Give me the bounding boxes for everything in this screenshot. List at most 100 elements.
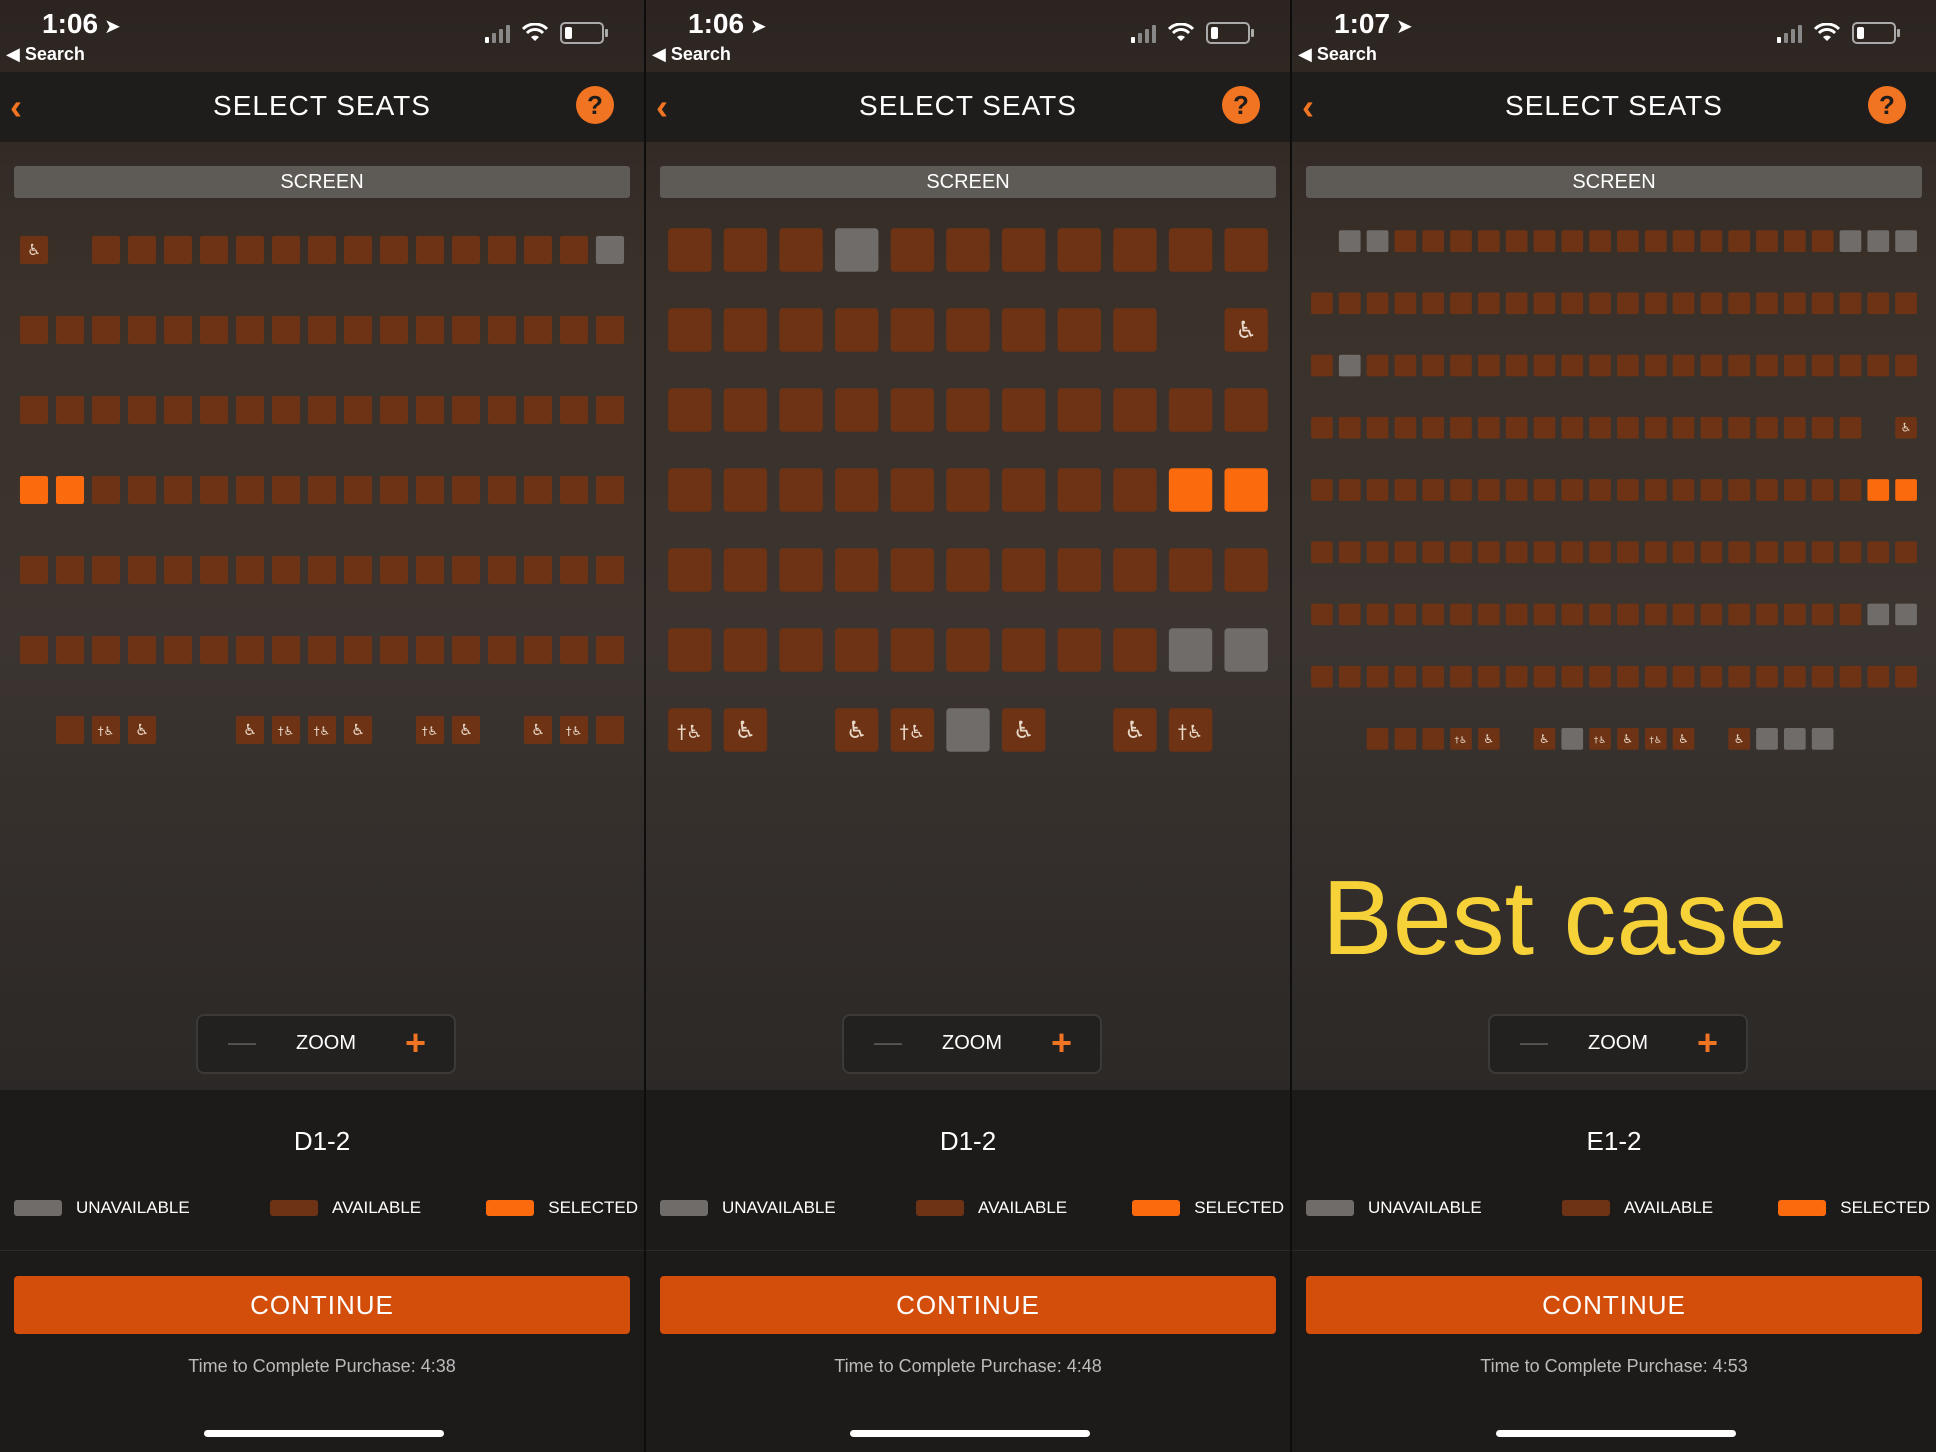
seat-available[interactable] (379, 395, 409, 425)
seat-available[interactable] (1533, 603, 1556, 626)
seat-available[interactable] (1533, 230, 1556, 252)
continue-button[interactable]: CONTINUE (14, 1276, 630, 1334)
seat-available[interactable] (379, 635, 409, 665)
seat-available[interactable] (1394, 230, 1417, 252)
seat-available[interactable] (1394, 354, 1417, 377)
wheelchair-seat[interactable]: ♿ (1113, 708, 1157, 752)
seat-available[interactable] (1477, 541, 1500, 564)
seat-available[interactable] (163, 235, 193, 265)
wheelchair-seat[interactable]: ♿ (1533, 728, 1556, 750)
seat-available[interactable] (1311, 541, 1333, 564)
seat-available[interactable] (1422, 479, 1445, 501)
seat-available[interactable] (1422, 603, 1445, 626)
seat-available[interactable] (1895, 292, 1917, 315)
seat-available[interactable] (595, 555, 625, 585)
seat-available[interactable] (1311, 292, 1333, 315)
seat-available[interactable] (91, 395, 121, 425)
seat-available[interactable] (451, 635, 481, 665)
seat-available[interactable] (1001, 228, 1046, 272)
seat-available[interactable] (1589, 479, 1611, 501)
seat-available[interactable] (1311, 416, 1333, 439)
seat-available[interactable] (1477, 354, 1500, 377)
seat-available[interactable] (271, 555, 301, 585)
continue-button[interactable]: CONTINUE (660, 1276, 1276, 1334)
seat-available[interactable] (1672, 665, 1695, 688)
seat-available[interactable] (127, 235, 157, 265)
seat-available[interactable] (835, 468, 879, 512)
seat-available[interactable] (890, 388, 935, 432)
seat-available[interactable] (723, 468, 768, 512)
seat-available[interactable] (235, 635, 265, 665)
seat-available[interactable] (1839, 416, 1862, 439)
seat-available[interactable] (1057, 548, 1101, 592)
seat-available[interactable] (1672, 292, 1695, 315)
seat-available[interactable] (1700, 541, 1723, 564)
seat-available[interactable] (1311, 354, 1333, 377)
seat-available[interactable] (451, 235, 481, 265)
companion-seat[interactable]: †♿ (415, 715, 445, 745)
seat-available[interactable] (343, 635, 373, 665)
seat-available[interactable] (55, 715, 85, 745)
seat-available[interactable] (487, 475, 517, 505)
seat-available[interactable] (199, 395, 229, 425)
seat-available[interactable] (1113, 468, 1157, 512)
seat-available[interactable] (1700, 479, 1723, 501)
seat-available[interactable] (890, 308, 935, 352)
seat-available[interactable] (1311, 603, 1333, 626)
seat-available[interactable] (307, 635, 337, 665)
seat-available[interactable] (415, 555, 445, 585)
seat-available[interactable] (1224, 228, 1268, 272)
seat-available[interactable] (1113, 228, 1157, 272)
seat-available[interactable] (668, 228, 712, 272)
seat-available[interactable] (1589, 416, 1611, 439)
seat-available[interactable] (379, 475, 409, 505)
seat-available[interactable] (307, 315, 337, 345)
question-mark-icon[interactable]: ? (1222, 86, 1260, 124)
seat-available[interactable] (779, 628, 823, 672)
seat-available[interactable] (415, 475, 445, 505)
seat-available[interactable] (1561, 603, 1584, 626)
seat-available[interactable] (1113, 308, 1157, 352)
seat-available[interactable] (668, 628, 712, 672)
seat-available[interactable] (1728, 230, 1751, 252)
seat-available[interactable] (451, 395, 481, 425)
seat-available[interactable] (1001, 628, 1046, 672)
seat-available[interactable] (1477, 603, 1500, 626)
seat-available[interactable] (1867, 292, 1890, 315)
seat-available[interactable] (1895, 354, 1917, 377)
seat-available[interactable] (199, 235, 229, 265)
seat-available[interactable] (1422, 416, 1445, 439)
seat-available[interactable] (1477, 416, 1500, 439)
seat-available[interactable] (1867, 354, 1890, 377)
seat-available[interactable] (1811, 416, 1834, 439)
seat-available[interactable] (1366, 603, 1389, 626)
companion-seat[interactable]: †♿ (559, 715, 589, 745)
seat-available[interactable] (1728, 541, 1751, 564)
seat-available[interactable] (1811, 292, 1834, 315)
seat-available[interactable] (723, 388, 768, 432)
seat-available[interactable] (1505, 541, 1528, 564)
wheelchair-seat[interactable]: ♿ (835, 708, 879, 752)
question-mark-icon[interactable]: ? (576, 86, 614, 124)
seat-available[interactable] (1113, 628, 1157, 672)
seat-available[interactable] (163, 555, 193, 585)
seat-available[interactable] (1338, 665, 1361, 688)
seat-available[interactable] (1811, 354, 1834, 377)
seat-available[interactable] (946, 308, 990, 352)
seat-available[interactable] (1728, 603, 1751, 626)
seat-available[interactable] (595, 635, 625, 665)
seat-available[interactable] (379, 235, 409, 265)
seat-available[interactable] (523, 555, 553, 585)
seat-available[interactable] (779, 308, 823, 352)
seat-available[interactable] (235, 475, 265, 505)
seat-available[interactable] (451, 475, 481, 505)
seat-available[interactable] (1644, 479, 1667, 501)
seat-available[interactable] (1057, 228, 1101, 272)
seat-available[interactable] (1450, 541, 1472, 564)
seat-available[interactable] (1422, 665, 1445, 688)
seat-available[interactable] (523, 475, 553, 505)
seat-available[interactable] (307, 395, 337, 425)
seat-available[interactable] (199, 315, 229, 345)
seat-available[interactable] (163, 315, 193, 345)
seat-available[interactable] (1839, 665, 1862, 688)
